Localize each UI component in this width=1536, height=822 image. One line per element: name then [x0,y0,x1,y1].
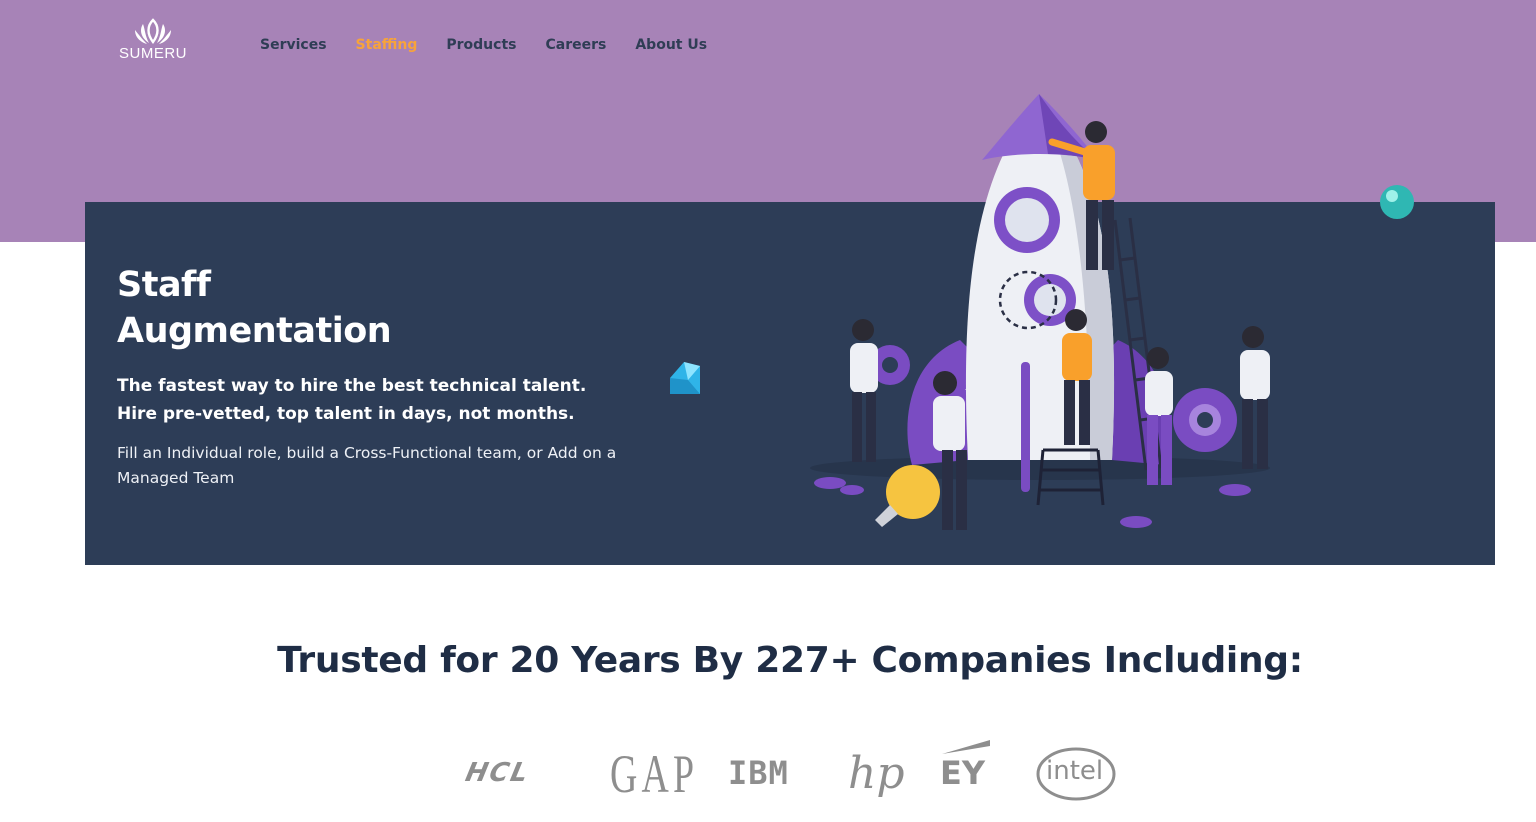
nav-item-services[interactable]: Services [260,34,327,56]
lotus-icon [135,18,171,45]
hero-lead-line-1: The fastest way to hire the best technic… [117,376,587,396]
hero-lead: The fastest way to hire the best technic… [117,372,637,428]
client-logos: HCL GAP IBM hp EY intel [460,738,1140,813]
nav-item-about-us[interactable]: About Us [635,34,707,56]
trusted-heading: Trusted for 20 Years By 227+ Companies I… [277,640,1303,681]
hero-title-line-2: Augmentation [117,311,392,351]
nav-item-staffing[interactable]: Staffing [356,34,418,56]
hero-title: Staff Augmentation [117,262,392,354]
hero-description: Fill an Individual role, build a Cross-F… [117,444,617,487]
nav-item-products[interactable]: Products [446,34,516,56]
ibm-logo: IBM [728,754,789,792]
gap-logo: GAP [610,744,699,804]
hero-lead-line-2: Hire pre-vetted, top talent in days, not… [117,404,575,424]
hcl-logo: HCL [462,758,533,788]
hero-title-line-1: Staff [117,265,211,305]
main-nav: Services Staffing Products Careers About… [260,34,736,56]
ey-logo: EY [940,740,990,792]
ey-logo-text: EY [940,754,986,792]
intel-logo-text: intel [1046,756,1104,786]
brand-logo[interactable]: SUMERU [118,18,188,68]
gem-icon [670,362,700,394]
rocket-illustration [810,94,1414,530]
brand-name: SUMERU [118,45,187,62]
nav-item-careers[interactable]: Careers [545,34,606,56]
ey-beam-icon [942,740,990,754]
intel-logo: intel [1036,746,1116,802]
hp-logo: hp [848,748,905,799]
